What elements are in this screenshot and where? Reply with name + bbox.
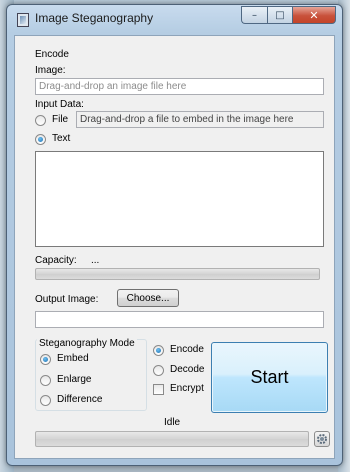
mode-group-label: Steganography Mode: [37, 338, 137, 349]
input-data-label: Input Data:: [35, 99, 84, 110]
file-drop-field[interactable]: Drag-and-drop a file to embed in the ima…: [76, 111, 324, 128]
image-drop-field[interactable]: Drag-and-drop an image file here: [35, 78, 324, 95]
enlarge-radio[interactable]: [40, 375, 51, 386]
encode-radio[interactable]: [153, 345, 164, 356]
window-title: Image Steganography: [35, 11, 154, 25]
maximize-button[interactable]: □: [267, 6, 292, 24]
caption-buttons: – □ ✕: [241, 6, 336, 24]
file-radio[interactable]: [35, 115, 46, 126]
client-area: Encode Image: Drag-and-drop an image fil…: [14, 35, 335, 459]
start-button[interactable]: Start: [211, 342, 328, 413]
encrypt-checkbox-label[interactable]: Encrypt: [170, 383, 204, 394]
embed-radio-label[interactable]: Embed: [57, 353, 89, 364]
maximize-icon: □: [275, 9, 285, 21]
output-image-label: Output Image:: [35, 294, 99, 305]
capacity-value: ...: [91, 255, 100, 266]
difference-radio-label[interactable]: Difference: [57, 394, 102, 405]
difference-radio[interactable]: [40, 395, 51, 406]
status-text: Idle: [164, 417, 181, 428]
encode-group-label: Encode: [35, 49, 69, 60]
app-icon[interactable]: [17, 13, 29, 27]
decode-radio[interactable]: [153, 365, 164, 376]
capacity-progress-bar: [35, 268, 320, 280]
text-radio[interactable]: [35, 134, 46, 145]
gear-icon: [317, 434, 327, 444]
file-radio-label[interactable]: File: [52, 114, 68, 125]
settings-button[interactable]: [314, 431, 330, 447]
encode-radio-label[interactable]: Encode: [170, 344, 204, 355]
status-progress-bar: [35, 431, 309, 447]
title-bar[interactable]: Image Steganography – □ ✕: [7, 5, 342, 35]
minimize-icon: –: [252, 9, 257, 21]
choose-button[interactable]: Choose...: [117, 289, 179, 307]
encrypt-checkbox[interactable]: [153, 384, 164, 395]
text-input-area[interactable]: [35, 151, 324, 247]
minimize-button[interactable]: –: [241, 6, 267, 24]
close-button[interactable]: ✕: [292, 6, 336, 24]
embed-radio[interactable]: [40, 354, 51, 365]
enlarge-radio-label[interactable]: Enlarge: [57, 374, 91, 385]
close-icon: ✕: [309, 8, 319, 22]
output-path-field[interactable]: [35, 311, 324, 328]
decode-radio-label[interactable]: Decode: [170, 364, 204, 375]
capacity-label: Capacity:: [35, 255, 77, 266]
image-label: Image:: [35, 65, 66, 76]
text-radio-label[interactable]: Text: [52, 133, 70, 144]
app-window: Image Steganography – □ ✕ Encode Image: …: [6, 4, 343, 466]
